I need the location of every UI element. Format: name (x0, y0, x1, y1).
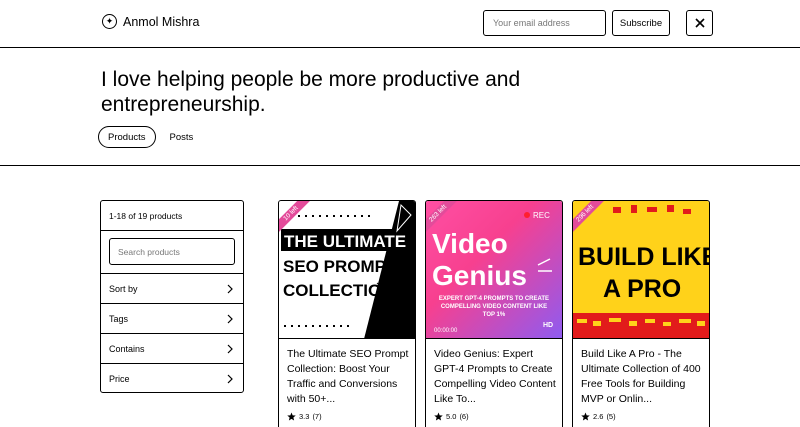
build-pro-thumbnail-art: BUILD LIKE A PRO (573, 205, 709, 338)
filter-label: Tags (109, 313, 129, 324)
thumb-text: A PRO (603, 275, 681, 303)
profile-logo-icon: ✦ (102, 14, 117, 29)
star-icon (287, 412, 296, 421)
product-card-video-genius[interactable]: REC Video Genius EXPERT GPT-4 PROMPTS TO… (425, 200, 563, 427)
product-card-build-like-a-pro[interactable]: BUILD LIKE A PRO 296 left Build Like A P… (572, 200, 710, 427)
product-rating: 5.0 (6) (434, 412, 469, 421)
filter-label: Sort by (109, 283, 138, 294)
rating-count: (5) (606, 412, 616, 421)
star-icon (581, 412, 590, 421)
video-genius-thumbnail-art: REC Video Genius EXPERT GPT-4 PROMPTS TO… (432, 211, 553, 334)
tab-posts[interactable]: Posts (161, 126, 203, 148)
thumb-text: SEO PROMPT (283, 257, 397, 276)
thumb-text: 00:00:00 (434, 328, 458, 334)
thumb-text: THE ULTIMATE (284, 232, 406, 251)
filter-sort-by[interactable]: Sort by (101, 274, 243, 304)
product-rating: 2.6 (5) (581, 412, 616, 421)
rating-value: 2.6 (593, 412, 604, 421)
product-title: Build Like A Pro - The Ultimate Collecti… (581, 348, 701, 405)
filter-tags[interactable]: Tags (101, 304, 243, 334)
search-wrapper (101, 231, 243, 274)
product-title: The Ultimate SEO Prompt Collection: Boos… (287, 348, 409, 405)
chevron-right-icon (227, 314, 233, 323)
email-input[interactable] (483, 10, 606, 36)
x-social-button[interactable] (686, 10, 713, 36)
thumb-text: BUILD LIKE (578, 243, 709, 271)
product-card-seo[interactable]: THE ULTIMATE SEO PROMPT COLLECTION 10 le… (278, 200, 416, 427)
chevron-right-icon (227, 374, 233, 384)
profile-tagline: I love helping people be more productive… (101, 68, 521, 116)
filter-label: Contains (109, 343, 145, 354)
thumb-text: Genius (432, 260, 527, 291)
creator-name: Anmol Mishra (123, 14, 200, 29)
chevron-right-icon (227, 344, 233, 353)
star-icon (434, 412, 443, 421)
filter-panel: 1-18 of 19 products Sort by Tags Contain… (100, 200, 244, 393)
chevron-right-icon (227, 284, 233, 293)
product-thumbnail: THE ULTIMATE SEO PROMPT COLLECTION 10 le… (279, 201, 415, 339)
site-header: ✦ Anmol Mishra Subscribe (0, 0, 800, 48)
hero-section: I love helping people be more productive… (0, 48, 800, 166)
product-count: 1-18 of 19 products (101, 201, 243, 231)
product-thumbnail: REC Video Genius EXPERT GPT-4 PROMPTS TO… (426, 201, 562, 339)
thumb-text: REC (533, 211, 550, 220)
seo-thumbnail-art: THE ULTIMATE SEO PROMPT COLLECTION (279, 201, 412, 338)
filter-label: Price (109, 374, 130, 384)
thumb-text: HD (543, 322, 553, 329)
brand[interactable]: ✦ Anmol Mishra (102, 14, 199, 29)
product-thumbnail: BUILD LIKE A PRO 296 left (573, 201, 709, 339)
thumb-text: EXPERT GPT-4 PROMPTS TO CREATE COMPELLIN… (438, 296, 550, 318)
rating-value: 5.0 (446, 412, 457, 421)
profile-tabs: Products Posts (98, 126, 202, 148)
thumb-text: COLLECTION (283, 281, 394, 300)
product-rating: 3.3 (7) (287, 412, 322, 421)
filter-price[interactable]: Price (101, 364, 243, 394)
search-products-input[interactable] (109, 238, 235, 265)
rating-count: (7) (312, 412, 322, 421)
thumb-text: Video (432, 228, 508, 259)
product-title: Video Genius: Expert GPT-4 Prompts to Cr… (434, 348, 556, 405)
tab-products[interactable]: Products (98, 126, 156, 148)
subscribe-button[interactable]: Subscribe (612, 10, 670, 36)
rating-value: 3.3 (299, 412, 310, 421)
x-logo-icon (694, 18, 705, 28)
rating-count: (6) (459, 412, 469, 421)
filter-contains[interactable]: Contains (101, 334, 243, 364)
